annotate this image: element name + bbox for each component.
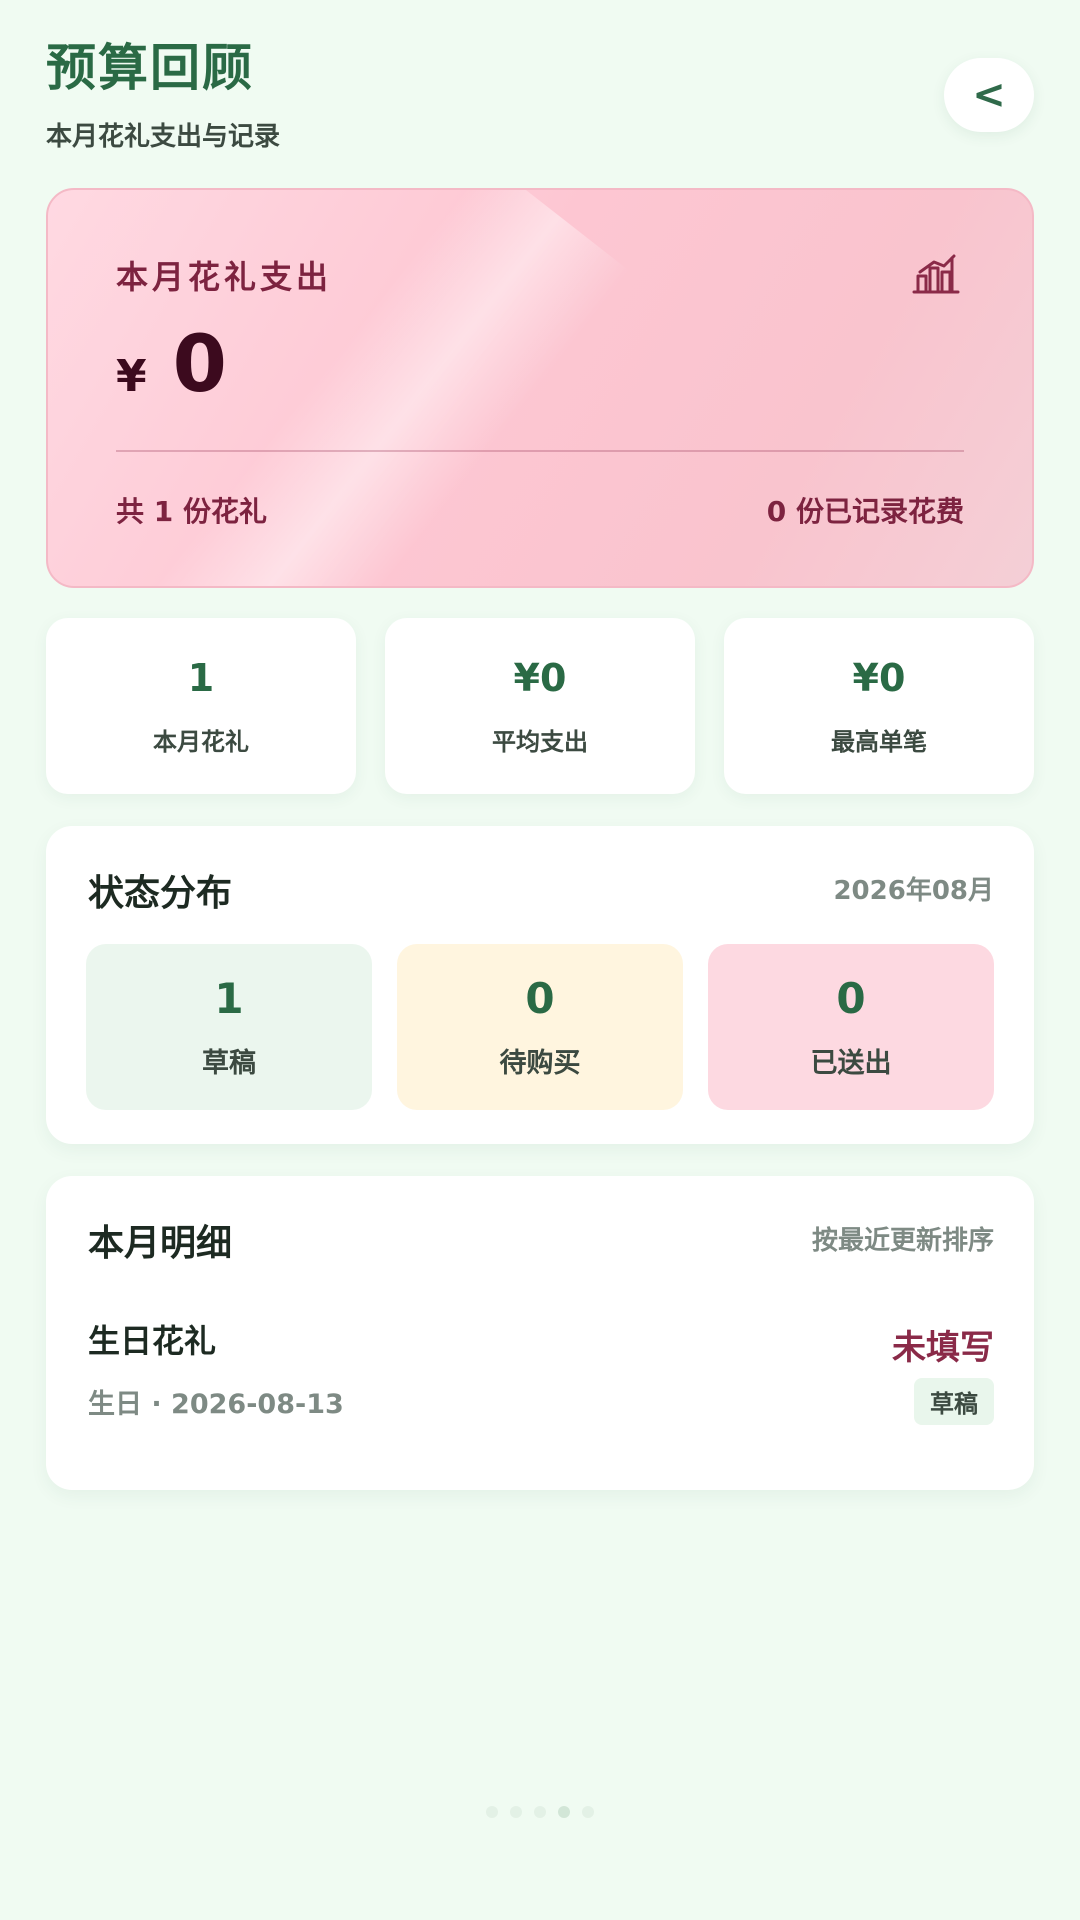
- section-title: 本月明细: [88, 1223, 233, 1264]
- list-item[interactable]: 生日花礼 生日 · 2026-08-13 未填写 草稿: [88, 1316, 994, 1436]
- status-tile-to-buy[interactable]: 0 待购买: [397, 944, 683, 1110]
- page-dot[interactable]: [582, 1806, 594, 1818]
- stat-label: 本月花礼: [153, 727, 249, 756]
- tile-label: 草稿: [202, 1048, 256, 1079]
- monthly-details-card: 本月明细 按最近更新排序 生日花礼 生日 · 2026-08-13 未填写 草稿: [46, 1176, 1034, 1490]
- spending-amount: ¥ 0: [116, 320, 227, 410]
- spending-label: 本月花礼支出: [116, 258, 333, 296]
- page-header: 预算回顾 本月花礼支出与记录 <: [46, 28, 1034, 152]
- page-dot-active[interactable]: [558, 1806, 570, 1818]
- divider: [116, 450, 964, 452]
- stat-value: 1: [187, 655, 215, 700]
- section-title: 状态分布: [88, 873, 233, 914]
- stat-value: ¥0: [852, 655, 906, 700]
- status-tile-sent[interactable]: 0 已送出: [708, 944, 994, 1110]
- status-badge: 草稿: [914, 1378, 994, 1425]
- tile-label: 待购买: [499, 1048, 581, 1079]
- page-indicator: [0, 1806, 1080, 1818]
- page-dot[interactable]: [534, 1806, 546, 1818]
- recorded-count: 0 份已记录花费: [766, 495, 964, 528]
- status-distribution-card: 状态分布 2026年08月 1 草稿 0 待购买 0 已送出: [46, 826, 1034, 1144]
- stat-value: ¥0: [513, 655, 567, 700]
- stat-card-monthly-gifts: 1 本月花礼: [46, 618, 356, 794]
- page-subtitle: 本月花礼支出与记录: [46, 122, 281, 152]
- item-subtitle: 生日 · 2026-08-13: [88, 1389, 344, 1420]
- stat-label: 平均支出: [492, 727, 588, 756]
- tile-value: 0: [525, 974, 555, 1023]
- back-button[interactable]: <: [944, 58, 1034, 132]
- bar-chart-icon[interactable]: [910, 252, 962, 296]
- stats-row: 1 本月花礼 ¥0 平均支出 ¥0 最高单笔: [46, 618, 1034, 794]
- page-title: 预算回顾: [46, 39, 254, 97]
- page-dot[interactable]: [486, 1806, 498, 1818]
- status-tiles: 1 草稿 0 待购买 0 已送出: [86, 944, 994, 1110]
- chevron-left-icon: <: [972, 72, 1006, 118]
- sort-label[interactable]: 按最近更新排序: [812, 1220, 994, 1257]
- stat-label: 最高单笔: [831, 727, 927, 756]
- item-amount: 未填写: [892, 1328, 994, 1368]
- page-dot[interactable]: [510, 1806, 522, 1818]
- tile-value: 1: [214, 974, 244, 1023]
- status-tile-draft[interactable]: 1 草稿: [86, 944, 372, 1110]
- spending-summary-card: 本月花礼支出 ¥ 0 共 1 份花礼 0 份已记录花费: [46, 188, 1034, 588]
- currency-symbol: ¥: [116, 351, 147, 402]
- stat-card-highest-spend: ¥0 最高单笔: [724, 618, 1034, 794]
- tile-value: 0: [836, 974, 866, 1023]
- period-label: 2026年08月: [833, 876, 994, 906]
- item-title: 生日花礼: [88, 1322, 217, 1360]
- tile-label: 已送出: [810, 1048, 892, 1079]
- gift-count: 共 1 份花礼: [116, 495, 267, 528]
- spending-total: 0: [172, 320, 227, 410]
- stat-card-average-spend: ¥0 平均支出: [385, 618, 695, 794]
